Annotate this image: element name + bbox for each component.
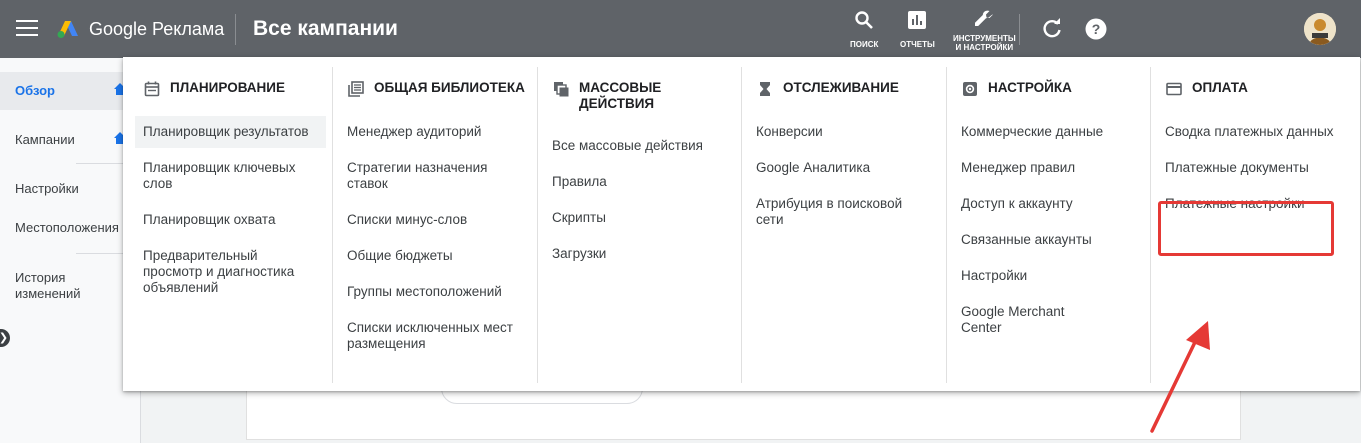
menu-list: Конверсии Google Аналитика Атрибуция в п… bbox=[748, 116, 939, 236]
column-header: Общая библиотека bbox=[348, 80, 525, 97]
divider bbox=[76, 253, 126, 254]
menu-item[interactable]: Доступ к аккаунту bbox=[953, 188, 1144, 220]
menu-item[interactable]: Группы местоположений bbox=[339, 276, 530, 308]
menu-column-planning: Планирование Планировщик результатов Пла… bbox=[123, 57, 328, 383]
menu-column-setup: Настройка Коммерческие данные Менеджер п… bbox=[941, 57, 1146, 383]
google-ads-logo bbox=[57, 21, 78, 38]
column-header: Отслеживание bbox=[757, 80, 899, 97]
tools-label-line1: ИНСТРУМЕНТЫ bbox=[953, 34, 1016, 43]
column-title: Оплата bbox=[1192, 80, 1248, 95]
menu-list: Коммерческие данные Менеджер правил Дост… bbox=[953, 116, 1144, 344]
menu-item[interactable]: Списки исключенных мест размещения bbox=[339, 312, 530, 360]
menu-item[interactable]: Предварительный просмотр и диагностика о… bbox=[135, 240, 326, 304]
collapse-sidebar-button[interactable]: ❯ bbox=[0, 329, 10, 347]
sidebar-item-overview[interactable]: Обзор bbox=[15, 83, 55, 99]
reports-button[interactable]: ОТЧЕТЫ bbox=[900, 10, 935, 49]
hourglass-icon bbox=[760, 82, 770, 96]
column-header: Планирование bbox=[144, 80, 285, 97]
menu-item[interactable]: Менеджер аудиторий bbox=[339, 116, 530, 148]
search-button[interactable]: ПОИСК bbox=[850, 10, 878, 49]
menu-item[interactable]: Планировщик охвата bbox=[135, 204, 326, 236]
menu-item[interactable]: Планировщик результатов bbox=[135, 116, 326, 148]
brand-name[interactable]: Google Реклама bbox=[89, 19, 224, 40]
menu-item[interactable]: Менеджер правил bbox=[953, 152, 1144, 184]
sidebar-item-label: История bbox=[15, 270, 66, 285]
tools-settings-button[interactable]: ИНСТРУМЕНТЫ И НАСТРОЙКИ bbox=[953, 9, 1016, 52]
page-title: Все кампании bbox=[253, 17, 398, 40]
divider bbox=[1019, 14, 1020, 45]
menu-icon[interactable] bbox=[16, 20, 38, 38]
copy-icon bbox=[554, 82, 569, 97]
sidebar-item-locations[interactable]: Местоположения bbox=[15, 220, 119, 236]
column-title: Массовые действия bbox=[579, 80, 662, 111]
menu-list: Сводка платежных данных Платежные докуме… bbox=[1157, 116, 1348, 220]
menu-item[interactable]: Стратегии назначения ставок bbox=[339, 152, 530, 200]
avatar-image bbox=[1304, 13, 1336, 45]
menu-item[interactable]: Списки минус-слов bbox=[339, 204, 530, 236]
annotation-arrow-icon bbox=[1150, 321, 1210, 433]
menu-item[interactable]: Общие бюджеты bbox=[339, 240, 530, 272]
menu-column-measurement: Отслеживание Конверсии Google Аналитика … bbox=[736, 57, 941, 383]
help-icon[interactable]: ? bbox=[1085, 18, 1107, 40]
menu-list: Менеджер аудиторий Стратегии назначения … bbox=[339, 116, 530, 360]
reports-icon bbox=[908, 11, 927, 29]
column-header: Оплата bbox=[1166, 80, 1248, 97]
menu-item[interactable]: Связанные аккаунты bbox=[953, 224, 1144, 256]
sidebar-item-change-history[interactable]: История изменений bbox=[15, 270, 81, 302]
menu-list: Планировщик результатов Планировщик ключ… bbox=[135, 116, 326, 304]
wrench-icon bbox=[975, 10, 994, 26]
menu-item[interactable]: Платежные документы bbox=[1157, 152, 1348, 184]
menu-item[interactable]: Скрипты bbox=[544, 202, 735, 234]
column-title: Общая библиотека bbox=[374, 80, 525, 95]
sidebar-item-settings[interactable]: Настройки bbox=[15, 181, 79, 197]
column-title: Отслеживание bbox=[783, 80, 899, 95]
search-label: ПОИСК bbox=[850, 40, 879, 49]
column-title: Планирование bbox=[170, 80, 285, 95]
menu-item[interactable]: Конверсии bbox=[748, 116, 939, 148]
sidebar: Обзор Кампании Настройки Местоположения … bbox=[0, 58, 141, 443]
menu-item[interactable]: Планировщик ключевых слов bbox=[135, 152, 326, 200]
divider bbox=[235, 14, 236, 45]
library-icon bbox=[348, 81, 364, 97]
menu-item[interactable]: Коммерческие данные bbox=[953, 116, 1144, 148]
sidebar-item-campaigns[interactable]: Кампании bbox=[15, 132, 75, 148]
menu-item[interactable]: Настройки bbox=[953, 260, 1144, 292]
calendar-icon bbox=[144, 81, 160, 97]
gear-icon bbox=[963, 82, 977, 96]
refresh-icon[interactable] bbox=[1041, 18, 1063, 40]
sidebar-item-label: изменений bbox=[15, 286, 81, 301]
tools-label-line2: И НАСТРОЙКИ bbox=[955, 43, 1014, 52]
menu-item[interactable]: Атрибуция в поисковой сети bbox=[748, 188, 939, 236]
top-app-bar: Google Реклама Все кампании ПОИСК ОТЧЕТЫ… bbox=[0, 0, 1361, 58]
menu-item[interactable]: Google Merchant Center bbox=[953, 296, 1103, 344]
avatar[interactable] bbox=[1304, 13, 1336, 45]
menu-item[interactable]: Google Аналитика bbox=[748, 152, 939, 184]
search-icon bbox=[855, 11, 874, 29]
menu-column-shared-library: Общая библиотека Менеджер аудиторий Стра… bbox=[327, 57, 532, 383]
column-header: Настройка bbox=[962, 80, 1072, 97]
column-title: Настройка bbox=[988, 80, 1072, 95]
menu-list: Все массовые действия Правила Скрипты За… bbox=[544, 130, 735, 270]
menu-item[interactable]: Все массовые действия bbox=[544, 130, 735, 162]
menu-item[interactable]: Сводка платежных данных bbox=[1157, 116, 1348, 148]
menu-column-bulk-actions: Массовые действия Все массовые действия … bbox=[532, 57, 737, 383]
divider bbox=[76, 163, 126, 164]
menu-item[interactable]: Загрузки bbox=[544, 238, 735, 270]
column-header: Массовые действия bbox=[553, 80, 709, 112]
svg-text:?: ? bbox=[1092, 21, 1101, 37]
billing-settings-menu-item[interactable]: Платежные настройки bbox=[1157, 188, 1348, 220]
menu-item[interactable]: Правила bbox=[544, 166, 735, 198]
credit-card-icon bbox=[1166, 82, 1182, 96]
reports-label: ОТЧЕТЫ bbox=[900, 40, 935, 49]
chevron-right-icon: ❯ bbox=[0, 332, 8, 344]
